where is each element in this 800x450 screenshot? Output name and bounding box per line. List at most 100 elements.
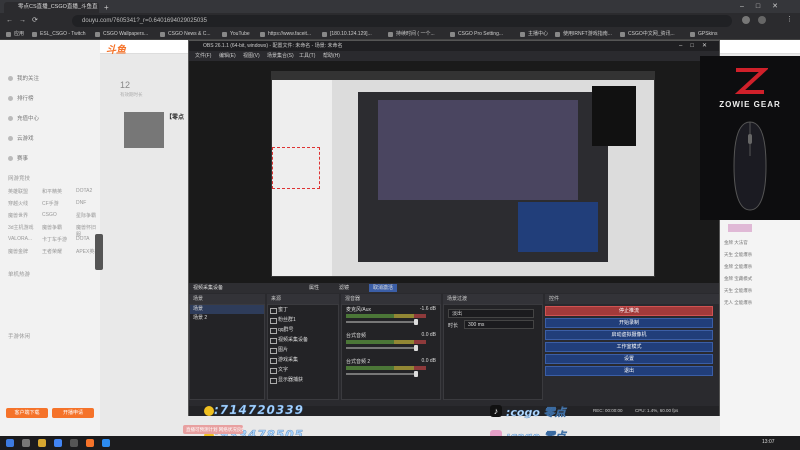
exit-button[interactable]: 退出 [545, 366, 713, 376]
window-controls[interactable]: –□✕ [740, 2, 790, 10]
qq-penguin-icon [204, 406, 214, 416]
category-item[interactable]: 英雄联盟 [8, 188, 28, 195]
douyu-icon[interactable] [86, 439, 94, 447]
apply-stream-button[interactable]: 开播申请 [52, 408, 94, 418]
extension-icon[interactable] [758, 16, 766, 24]
bookmark-item[interactable]: YouTube [222, 30, 250, 39]
menu-edit[interactable]: 编辑(E) [219, 51, 236, 61]
volume-slider[interactable] [346, 371, 418, 377]
bookmark-item[interactable]: 应用 [6, 30, 24, 39]
category-item[interactable]: 魔兽金牌 [8, 248, 28, 255]
nav-recharge[interactable]: 充值中心 [8, 114, 39, 122]
start-virtual-camera-button[interactable]: 启动虚拟摄像机 [545, 330, 713, 340]
channel-db: 0.0 dB [421, 358, 436, 364]
duration-input[interactable]: 300 ms [464, 320, 534, 329]
count-label: 有效期时长 [120, 92, 143, 97]
volume-meter [346, 366, 426, 370]
channel-name: 台式音频 2 [346, 359, 371, 365]
nav-cloud-game[interactable]: 云游戏 [8, 134, 34, 142]
right-list-item: 无人 全能爆杀 [724, 300, 753, 305]
properties-button[interactable]: 属性 [309, 283, 319, 293]
bookmark-item[interactable]: CSGO中文网_资讯... [620, 30, 675, 39]
category-item[interactable]: DNF [76, 200, 86, 206]
transition-select[interactable]: 淡出 [448, 309, 534, 318]
source-item[interactable]: 游戏采集 [268, 355, 338, 365]
nav-follow[interactable]: 我的关注 [8, 74, 39, 82]
menu-icon[interactable]: ⋮ [786, 15, 793, 23]
bookmark-item[interactable]: 主播中心 [520, 30, 548, 39]
start-recording-button[interactable]: 开始录制 [545, 318, 713, 328]
douyu-logo[interactable]: 斗鱼 [106, 41, 126, 56]
obs-title: OBS 26.1.1 (64-bit, windows) - 配置文件: 未命名… [203, 43, 343, 49]
start-icon[interactable] [6, 439, 14, 447]
volume-slider[interactable] [346, 345, 418, 351]
menu-file[interactable]: 文件(F) [195, 51, 211, 61]
chrome-icon[interactable] [54, 439, 62, 447]
url-field[interactable]: douyu.com/7605341?_r=0.6401694029025035 [72, 15, 732, 27]
qq-icon[interactable] [102, 439, 110, 447]
source-item[interactable]: 显示器捕获 [268, 375, 338, 385]
bookmark-item[interactable]: https://www.faceit... [260, 30, 311, 39]
stop-streaming-button[interactable]: 停止推流 [545, 306, 713, 316]
volume-slider[interactable] [346, 319, 418, 325]
source-item[interactable]: 视频采集设备 [268, 335, 338, 345]
nested-obs-controls [518, 202, 598, 252]
deactivate-button[interactable]: 取消激活 [369, 284, 398, 292]
category-item[interactable]: CF手游 [42, 200, 59, 207]
category-item[interactable]: 穿越火线 [8, 200, 28, 207]
category-item[interactable]: DOTA [76, 236, 90, 242]
bookmark-item[interactable]: CSGO News & C... [160, 30, 211, 39]
category-item[interactable]: 王者荣耀 [42, 248, 62, 255]
bookmark-item[interactable]: GPSkins [690, 30, 717, 39]
bookmark-item[interactable]: 持续时间 ( 一个... [388, 30, 435, 39]
right-list-item: 天生 全能爆杀 [724, 288, 753, 293]
bookmark-item[interactable]: 使用IRNFT游戏指南... [555, 30, 612, 39]
controls-header: 控件 [545, 294, 719, 304]
menu-view[interactable]: 视图(V) [243, 51, 260, 61]
nav-events[interactable]: 赛事 [8, 154, 28, 162]
nested-tabbar [272, 72, 654, 80]
bookmark-item[interactable]: CSGO Pro Setting... [450, 30, 503, 39]
category-item[interactable]: VALORA... [8, 236, 32, 242]
nav-rank[interactable]: 排行榜 [8, 94, 34, 102]
category-item[interactable]: 星际争霸 [76, 212, 96, 219]
source-item[interactable]: 蜜丁 [268, 305, 338, 315]
nested-zowie [592, 86, 636, 146]
category-item[interactable]: 3d主机游戏 [8, 224, 34, 231]
obs-window-controls[interactable]: –□✕ [679, 41, 715, 51]
source-item[interactable]: 图片 [268, 345, 338, 355]
profile-avatar[interactable] [742, 16, 750, 24]
nav-arrows-icon[interactable]: ←→⟳ [6, 16, 44, 24]
collapse-sidebar-handle[interactable] [95, 234, 103, 270]
studio-mode-button[interactable]: 工作室模式 [545, 342, 713, 352]
anchor-avatar[interactable] [124, 112, 164, 148]
channel-name: 台式音频 [346, 333, 367, 339]
menu-help[interactable]: 帮助(H) [323, 51, 340, 61]
category-item[interactable]: DOTA2 [76, 188, 92, 194]
browser-tab[interactable]: 零点CS直播_CSGO直播_斗鱼直播 [4, 2, 99, 21]
bookmark-item[interactable]: ESL_CSGO - Twitch [32, 30, 85, 39]
right-list-item: 天生 全能爆杀 [724, 252, 753, 257]
search-icon[interactable] [22, 439, 30, 447]
settings-button[interactable]: 设置 [545, 354, 713, 364]
category-item[interactable]: CSGO [42, 212, 57, 218]
source-item[interactable]: 文字 [268, 365, 338, 375]
menu-scene-collection[interactable]: 场景集合(S) [267, 51, 294, 61]
explorer-icon[interactable] [38, 439, 46, 447]
bookmark-item[interactable]: CSGO Wallpapers... [95, 30, 148, 39]
category-item[interactable]: 魔兽世界 [8, 212, 28, 219]
new-tab-icon[interactable]: + [104, 3, 109, 12]
bookmark-item[interactable]: [180.10.124.129]... [322, 30, 372, 39]
category-item[interactable]: 和平精英 [42, 188, 62, 195]
source-item[interactable]: qq群号 [268, 325, 338, 335]
filters-button[interactable]: 滤镜 [339, 283, 349, 293]
scene-item[interactable]: 场景 [190, 305, 264, 314]
category-item[interactable]: 卡丁车手游 [42, 236, 67, 243]
obs-preview[interactable] [189, 61, 719, 301]
scene-item[interactable]: 场景 2 [190, 314, 264, 323]
category-item[interactable]: 魔兽争霸 [42, 224, 62, 231]
menu-tools[interactable]: 工具(T) [299, 51, 315, 61]
download-client-button[interactable]: 客户端下载 [6, 408, 48, 418]
obs-icon[interactable] [70, 439, 78, 447]
source-item[interactable]: 粉丝群1 [268, 315, 338, 325]
